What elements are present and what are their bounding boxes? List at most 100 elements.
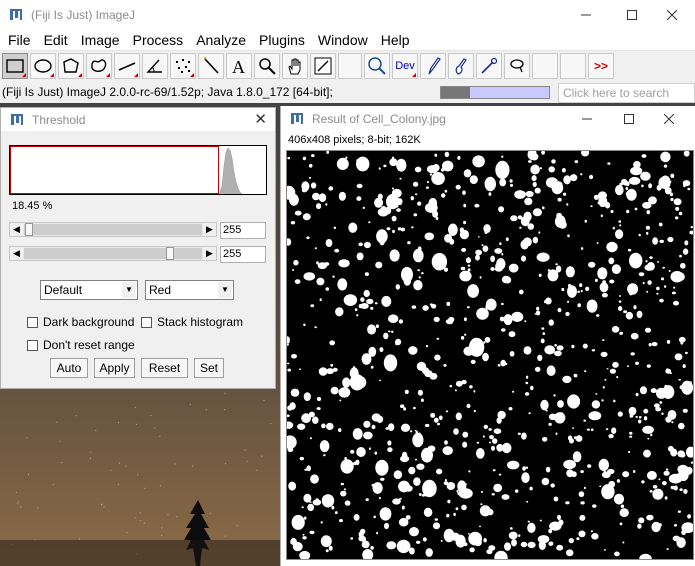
apply-button[interactable]: Apply <box>94 358 135 378</box>
brush-tool[interactable] <box>448 53 474 79</box>
dark-background-checkbox[interactable]: Dark background <box>27 315 134 329</box>
fiji-app-icon <box>9 8 23 22</box>
display-mode-select[interactable]: Red ▼ <box>145 280 234 300</box>
menu-bar: File Edit Image Process Analyze Plugins … <box>0 30 695 50</box>
rectangle-tool[interactable] <box>2 53 28 79</box>
magnify-search-icon <box>368 57 386 75</box>
menu-help[interactable]: Help <box>375 32 417 48</box>
dont-reset-range-checkbox[interactable]: Don't reset range <box>27 338 135 352</box>
slider-thumb[interactable] <box>166 247 174 260</box>
angle-tool[interactable] <box>142 53 168 79</box>
lower-threshold-slider[interactable]: ◀ ▶ <box>9 222 217 237</box>
lut-tool[interactable] <box>364 53 390 79</box>
pipette-icon <box>481 57 498 74</box>
imagej-main-window: (Fiji Is Just) ImageJ File Edit Image Pr… <box>0 0 695 103</box>
close-button[interactable] <box>649 0 695 30</box>
fiji-app-icon <box>10 113 24 127</box>
threshold-range-box <box>10 146 219 194</box>
line-tool[interactable] <box>114 53 140 79</box>
minimize-icon <box>582 118 592 119</box>
wand-tool[interactable] <box>198 53 224 79</box>
result-title-bar[interactable]: Result of Cell_Colony.jpg <box>281 106 695 131</box>
lasso-tool[interactable] <box>504 53 530 79</box>
upper-threshold-value[interactable]: 255 <box>220 246 266 263</box>
dont-reset-range-label: Don't reset range <box>43 338 135 352</box>
separator-slot <box>338 53 362 79</box>
dev-tool[interactable]: Dev <box>392 53 418 79</box>
mode-value: Red <box>149 283 172 297</box>
status-bar: (Fiji Is Just) ImageJ 2.0.0-rc-69/1.52p;… <box>0 81 695 103</box>
threshold-close-icon[interactable]: ✕ <box>254 110 267 128</box>
hand-icon <box>288 58 301 75</box>
maximize-icon <box>624 113 634 124</box>
dark-background-label: Dark background <box>43 315 135 329</box>
hand-tool[interactable] <box>282 53 308 79</box>
close-icon <box>667 10 677 20</box>
menu-process[interactable]: Process <box>127 32 191 48</box>
svg-text:A: A <box>232 57 245 76</box>
slider-left-arrow-icon[interactable]: ◀ <box>10 223 23 236</box>
reset-button[interactable]: Reset <box>141 358 188 378</box>
fiji-app-icon <box>290 112 304 126</box>
color-picker-icon <box>314 57 332 75</box>
result-minimize-button[interactable] <box>564 106 610 131</box>
wand-icon <box>204 57 219 74</box>
result-window-title: Result of Cell_Colony.jpg <box>312 111 446 126</box>
magnifier-icon <box>259 58 276 75</box>
checkbox-box[interactable] <box>27 339 38 351</box>
slider-right-arrow-icon[interactable]: ▶ <box>203 247 216 260</box>
color-picker-tool[interactable] <box>310 53 336 79</box>
lower-threshold-value[interactable]: 255 <box>220 222 266 239</box>
slider-left-arrow-icon[interactable]: ◀ <box>10 247 23 260</box>
close-icon <box>664 113 674 124</box>
pipette-tool[interactable] <box>476 53 502 79</box>
method-select[interactable]: Default ▼ <box>40 280 138 300</box>
menu-image[interactable]: Image <box>75 32 127 48</box>
menu-analyze[interactable]: Analyze <box>190 32 253 48</box>
freehand-tool[interactable] <box>86 53 112 79</box>
checkbox-box[interactable] <box>27 316 38 328</box>
empty-slot-1[interactable] <box>532 53 558 79</box>
slider-track <box>24 248 202 259</box>
result-close-button[interactable] <box>646 106 692 131</box>
point-tool[interactable] <box>170 53 196 79</box>
search-input[interactable]: Click here to search <box>558 83 695 103</box>
progress-bar <box>440 86 550 99</box>
polygon-tool[interactable] <box>58 53 84 79</box>
threshold-title: Threshold <box>32 112 86 127</box>
checkbox-box[interactable] <box>141 316 152 328</box>
menu-file[interactable]: File <box>2 32 38 48</box>
menu-window[interactable]: Window <box>312 32 375 48</box>
auto-button[interactable]: Auto <box>50 358 88 378</box>
stack-histogram-label: Stack histogram <box>157 315 244 329</box>
threshold-histogram[interactable] <box>9 145 267 195</box>
menu-plugins[interactable]: Plugins <box>253 32 312 48</box>
minimize-button[interactable] <box>563 0 609 30</box>
text-icon: A <box>232 57 245 76</box>
slider-thumb[interactable] <box>25 223 33 236</box>
tool-bar: A Dev >> <box>0 50 695 81</box>
threshold-percent: 18.45 % <box>12 200 53 212</box>
threshold-dialog: Threshold ✕ 18.45 % ◀ ▶ 255 ◀ ▶ 255 Defa… <box>0 107 276 389</box>
magnifier-tool[interactable] <box>254 53 280 79</box>
stack-histogram-checkbox[interactable]: Stack histogram <box>141 315 243 329</box>
main-window-title: (Fiji Is Just) ImageJ <box>31 8 136 22</box>
angle-icon <box>146 59 162 73</box>
pencil-icon <box>428 57 441 75</box>
set-button[interactable]: Set <box>194 358 224 378</box>
main-title-bar[interactable]: (Fiji Is Just) ImageJ <box>0 0 695 30</box>
slider-track <box>24 224 202 235</box>
oval-tool[interactable] <box>30 53 56 79</box>
upper-threshold-slider[interactable]: ◀ ▶ <box>9 246 217 261</box>
maximize-icon <box>627 10 637 20</box>
method-value: Default <box>44 283 83 297</box>
pencil-tool[interactable] <box>420 53 446 79</box>
progress-fill <box>441 87 471 98</box>
menu-edit[interactable]: Edit <box>38 32 75 48</box>
text-tool[interactable]: A <box>226 53 252 79</box>
image-canvas[interactable] <box>286 150 694 560</box>
threshold-title-bar[interactable]: Threshold ✕ <box>1 108 275 131</box>
more-tools-button[interactable]: >> <box>588 53 614 79</box>
slider-right-arrow-icon[interactable]: ▶ <box>203 223 216 236</box>
empty-slot-2[interactable] <box>560 53 586 79</box>
